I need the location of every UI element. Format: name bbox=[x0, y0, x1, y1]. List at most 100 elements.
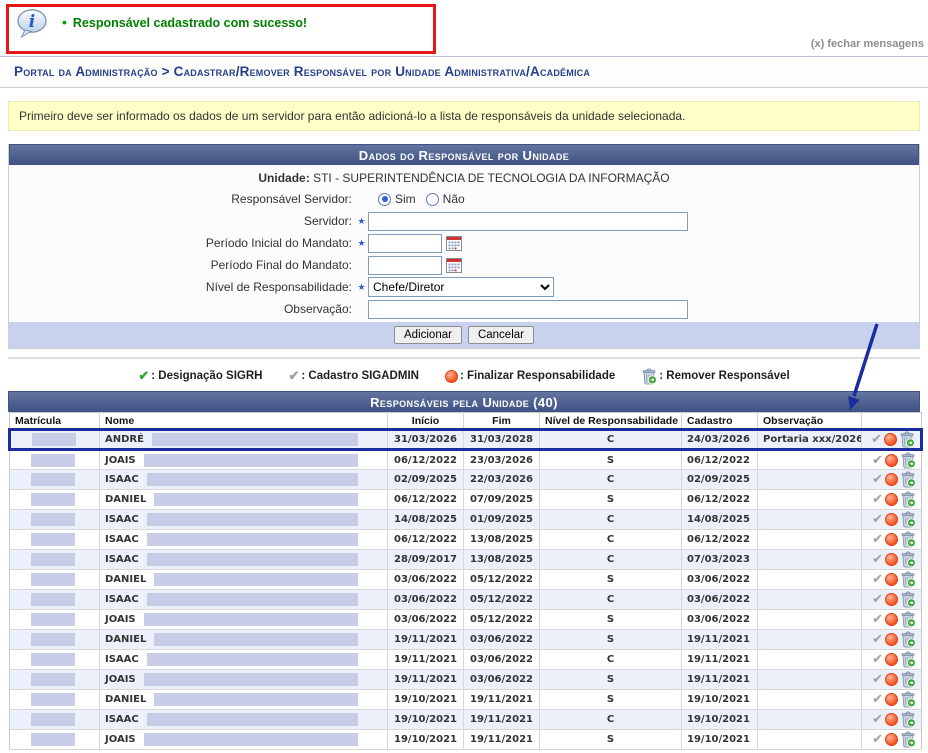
observacao-cell bbox=[758, 710, 862, 730]
redacted-matricula bbox=[31, 593, 75, 606]
finalizar-responsabilidade-icon[interactable] bbox=[885, 593, 898, 606]
finalizar-responsabilidade-icon[interactable] bbox=[885, 473, 898, 486]
fim-cell: 13/08/2025 bbox=[464, 550, 540, 570]
remover-responsavel-trash-icon[interactable] bbox=[900, 611, 916, 628]
remover-responsavel-trash-icon[interactable] bbox=[900, 631, 916, 648]
required-star: ★ bbox=[355, 216, 368, 227]
actions-cell: ✔ bbox=[862, 470, 922, 490]
periodo-final-row: Período Final do Mandato: bbox=[9, 254, 919, 276]
messages-region: i •Responsável cadastrado com sucesso! (… bbox=[0, 0, 928, 56]
finalizar-responsabilidade-icon[interactable] bbox=[885, 653, 898, 666]
cadastro-cell: 03/06/2022 bbox=[682, 610, 758, 630]
redacted-nome bbox=[154, 493, 358, 506]
nivel-cell: S bbox=[540, 450, 682, 470]
nivel-cell: C bbox=[540, 590, 682, 610]
redacted-matricula bbox=[31, 673, 75, 686]
fim-cell: 05/12/2022 bbox=[464, 610, 540, 630]
nome-cell: DANIEL bbox=[100, 490, 388, 510]
redacted-nome bbox=[152, 433, 358, 446]
finalizar-responsabilidade-icon[interactable] bbox=[884, 433, 897, 446]
servidor-input[interactable] bbox=[368, 212, 688, 231]
remover-responsavel-trash-icon[interactable] bbox=[900, 731, 916, 748]
redacted-matricula bbox=[31, 693, 75, 706]
nome-cell: ISAAC bbox=[100, 650, 388, 670]
radio-nao[interactable] bbox=[426, 193, 439, 206]
remover-responsavel-trash-icon[interactable] bbox=[900, 711, 916, 728]
cancelar-button[interactable]: Cancelar bbox=[468, 326, 534, 344]
observacao-cell bbox=[758, 650, 862, 670]
remover-responsavel-trash-icon[interactable] bbox=[900, 691, 916, 708]
matricula-cell bbox=[10, 510, 100, 530]
finalizar-responsabilidade-icon[interactable] bbox=[885, 673, 898, 686]
page: i •Responsável cadastrado com sucesso! (… bbox=[0, 0, 928, 753]
radio-sim-label[interactable]: Sim bbox=[395, 192, 416, 206]
calendar-icon[interactable] bbox=[446, 258, 462, 273]
finalizar-responsabilidade-icon[interactable] bbox=[885, 513, 898, 526]
table-row: DANIEL 19/11/2021 03/06/2022 S 19/11/202… bbox=[10, 630, 922, 650]
fim-cell: 03/06/2022 bbox=[464, 650, 540, 670]
finalizar-responsabilidade-icon[interactable] bbox=[885, 573, 898, 586]
finalizar-responsabilidade-icon[interactable] bbox=[885, 493, 898, 506]
nome-cell: DANIEL bbox=[100, 690, 388, 710]
cadastro-cell: 19/11/2021 bbox=[682, 630, 758, 650]
remover-responsavel-trash-icon[interactable] bbox=[900, 671, 916, 688]
periodo-inicial-input[interactable] bbox=[368, 234, 442, 253]
table-row: JOAIS 19/10/2021 19/11/2021 S 19/10/2021… bbox=[10, 730, 922, 750]
finalizar-responsabilidade-icon[interactable] bbox=[885, 533, 898, 546]
remover-responsavel-trash-icon[interactable] bbox=[900, 571, 916, 588]
legend-cadastro: ✔ : Cadastro SIGADMIN bbox=[288, 368, 418, 384]
adicionar-button[interactable]: Adicionar bbox=[394, 326, 462, 344]
col-fim: Fim bbox=[464, 413, 540, 430]
inicio-cell: 19/11/2021 bbox=[388, 650, 464, 670]
close-messages-link[interactable]: (x) fechar mensagens bbox=[811, 38, 924, 50]
required-star: ★ bbox=[355, 282, 368, 293]
finalizar-responsabilidade-icon[interactable] bbox=[885, 454, 898, 467]
remover-responsavel-trash-icon[interactable] bbox=[899, 431, 915, 448]
table-header: Matrícula Nome Início Fim Nível de Respo… bbox=[10, 413, 922, 430]
form-panel-title: Dados do Responsável por Unidade bbox=[9, 144, 919, 165]
radio-sim[interactable] bbox=[378, 193, 391, 206]
calendar-icon[interactable] bbox=[446, 236, 462, 251]
table-row: JOAIS 03/06/2022 05/12/2022 S 03/06/2022… bbox=[10, 610, 922, 630]
finalizar-responsabilidade-icon[interactable] bbox=[885, 633, 898, 646]
radio-nao-label[interactable]: Não bbox=[443, 192, 465, 206]
servidor-row: Servidor: ★ bbox=[9, 210, 919, 232]
redacted-nome bbox=[144, 613, 358, 626]
redacted-nome bbox=[147, 513, 358, 526]
remover-responsavel-trash-icon[interactable] bbox=[900, 471, 916, 488]
observacao-cell bbox=[758, 570, 862, 590]
finalizar-responsabilidade-icon[interactable] bbox=[885, 553, 898, 566]
inicio-cell: 19/11/2021 bbox=[388, 670, 464, 690]
periodo-final-input[interactable] bbox=[368, 256, 442, 275]
remover-responsavel-trash-icon[interactable] bbox=[900, 591, 916, 608]
nome-cell: ISAAC bbox=[100, 510, 388, 530]
table-row: ISAAC 14/08/2025 01/09/2025 C 14/08/2025… bbox=[10, 510, 922, 530]
actions-cell: ✔ bbox=[862, 670, 922, 690]
remover-responsavel-trash-icon[interactable] bbox=[900, 452, 916, 469]
inicio-cell: 03/06/2022 bbox=[388, 570, 464, 590]
finalizar-responsabilidade-icon[interactable] bbox=[885, 713, 898, 726]
green-check-icon: ✔ bbox=[138, 368, 149, 384]
remover-responsavel-trash-icon[interactable] bbox=[900, 531, 916, 548]
cadastro-cell: 06/12/2022 bbox=[682, 490, 758, 510]
inicio-cell: 02/09/2025 bbox=[388, 470, 464, 490]
remover-responsavel-trash-icon[interactable] bbox=[900, 551, 916, 568]
redacted-nome bbox=[144, 673, 358, 686]
sigadmin-check-icon: ✔ bbox=[872, 492, 883, 507]
actions-cell: ✔ bbox=[862, 610, 922, 630]
matricula-cell bbox=[10, 550, 100, 570]
finalizar-responsabilidade-icon[interactable] bbox=[885, 693, 898, 706]
nivel-select[interactable]: Chefe/Diretor bbox=[368, 277, 554, 297]
finalizar-responsabilidade-icon[interactable] bbox=[885, 733, 898, 746]
redacted-matricula bbox=[31, 493, 75, 506]
remover-responsavel-trash-icon[interactable] bbox=[900, 491, 916, 508]
observacao-input[interactable] bbox=[368, 300, 688, 319]
nivel-cell: C bbox=[540, 550, 682, 570]
inicio-cell: 06/12/2022 bbox=[388, 450, 464, 470]
cadastro-cell: 07/03/2023 bbox=[682, 550, 758, 570]
remover-responsavel-trash-icon[interactable] bbox=[900, 511, 916, 528]
nome-text: DANIEL bbox=[105, 694, 146, 705]
sigadmin-check-icon: ✔ bbox=[872, 612, 883, 627]
finalizar-responsabilidade-icon[interactable] bbox=[885, 613, 898, 626]
remover-responsavel-trash-icon[interactable] bbox=[900, 651, 916, 668]
